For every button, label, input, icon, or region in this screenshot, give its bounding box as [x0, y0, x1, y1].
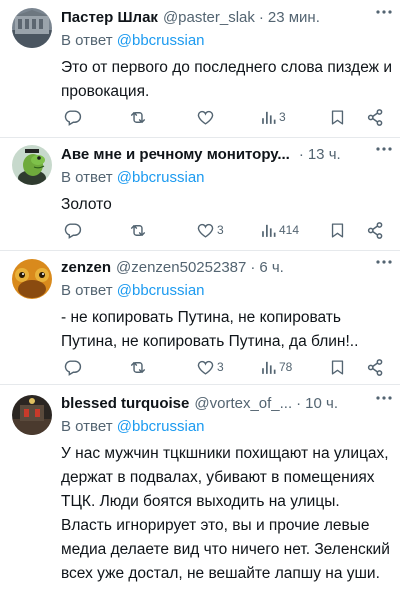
bookmark-icon [331, 222, 344, 238]
separator-dot: · [296, 394, 302, 412]
separator-dot: · [258, 8, 264, 26]
share-button[interactable] [366, 221, 385, 240]
views-button[interactable]: 3 [260, 109, 286, 126]
reply-tweet[interactable]: blessed turquoise @vortex_of_... · 10 ч.… [0, 384, 400, 600]
action-bar: 3 78 [61, 357, 390, 377]
tweet-content: zenzen @zenzen50252387 · 6 ч. В ответ @b… [61, 256, 392, 354]
tweet-header: Аве мне и речному монитору... · 13 ч. [61, 143, 392, 165]
like-button[interactable]: 3 [196, 358, 224, 377]
more-icon[interactable] [374, 390, 394, 406]
bookmark-button[interactable] [329, 358, 346, 377]
reply-icon [64, 359, 82, 376]
heart-icon [197, 360, 214, 375]
author-handle[interactable]: @zenzen50252387 [116, 259, 246, 276]
views-count: 3 [279, 110, 286, 124]
reply-context: В ответ @bbcrussian [61, 167, 392, 189]
retweet-icon [130, 224, 146, 236]
retweet-icon [130, 361, 146, 373]
tweet-header: Пастер Шлак @paster_slak · 23 мин. [61, 6, 392, 28]
views-count: 78 [279, 360, 293, 374]
views-icon [262, 111, 276, 124]
reply-context: В ответ @bbcrussian [61, 280, 392, 302]
retweet-button[interactable] [128, 108, 150, 127]
share-icon [367, 358, 383, 376]
bookmark-icon [331, 359, 344, 375]
reply-handle-link[interactable]: @bbcrussian [117, 169, 205, 186]
author-name[interactable]: Аве мне и речному монитору... [61, 146, 290, 163]
reply-prefix: В ответ [61, 32, 113, 49]
tweet-text: - не копировать Путина, не копировать Пу… [61, 309, 359, 350]
timestamp[interactable]: 23 мин. [268, 9, 320, 26]
timestamp[interactable]: 6 ч. [259, 259, 284, 276]
reply-handle-link[interactable]: @bbcrussian [117, 32, 205, 49]
share-button[interactable] [366, 108, 385, 127]
like-count: 3 [217, 360, 224, 374]
reply-tweet[interactable]: zenzen @zenzen50252387 · 6 ч. В ответ @b… [0, 250, 400, 385]
author-handle[interactable]: @vortex_of_... [194, 395, 292, 412]
avatar[interactable] [12, 145, 52, 185]
more-icon[interactable] [374, 4, 394, 20]
tweet-header: blessed turquoise @vortex_of_... · 10 ч. [61, 392, 392, 414]
reply-button[interactable] [63, 108, 84, 127]
avatar[interactable] [12, 395, 52, 435]
tweet-text: Это от первого до последнего слова пизде… [61, 59, 392, 100]
reply-prefix: В ответ [61, 169, 113, 186]
reply-context: В ответ @bbcrussian [61, 30, 392, 52]
bookmark-button[interactable] [329, 221, 346, 240]
timestamp[interactable]: 13 ч. [308, 146, 341, 163]
tweet-text: У нас мужчин тцкшники похищают на улицах… [61, 445, 390, 582]
reply-prefix: В ответ [61, 418, 113, 435]
like-count: 3 [217, 223, 224, 237]
tweet-content: Пастер Шлак @paster_slak · 23 мин. В отв… [61, 6, 392, 104]
tweet-header: zenzen @zenzen50252387 · 6 ч. [61, 256, 392, 278]
reply-tweet[interactable]: Пастер Шлак @paster_slak · 23 мин. В отв… [0, 0, 400, 138]
heart-icon [197, 110, 214, 125]
views-icon [262, 224, 276, 237]
share-icon [367, 108, 383, 126]
tweet-content: blessed turquoise @vortex_of_... · 10 ч.… [61, 392, 392, 586]
views-button[interactable]: 78 [260, 359, 292, 376]
bookmark-button[interactable] [329, 108, 346, 127]
retweet-icon [130, 111, 146, 123]
share-button[interactable] [366, 358, 385, 377]
author-name[interactable]: blessed turquoise [61, 395, 189, 412]
separator-dot: · [250, 258, 256, 276]
reply-button[interactable] [63, 221, 84, 240]
tweet-content: Аве мне и речному монитору... · 13 ч. В … [61, 143, 392, 217]
like-button[interactable]: 3 [196, 221, 224, 240]
reply-icon [64, 109, 82, 126]
like-button[interactable] [196, 108, 217, 127]
more-icon[interactable] [374, 141, 394, 157]
action-bar: 3 414 [61, 220, 390, 240]
reply-prefix: В ответ [61, 282, 113, 299]
share-icon [367, 221, 383, 239]
reply-button[interactable] [63, 358, 84, 377]
tweet-text: Золото [61, 196, 112, 213]
more-icon[interactable] [374, 254, 394, 270]
reply-tweet[interactable]: Аве мне и речному монитору... · 13 ч. В … [0, 137, 400, 251]
views-count: 414 [279, 223, 300, 237]
reply-handle-link[interactable]: @bbcrussian [117, 282, 205, 299]
avatar[interactable] [12, 259, 52, 299]
reply-context: В ответ @bbcrussian [61, 416, 392, 438]
retweet-button[interactable] [128, 221, 150, 240]
separator-dot: · [298, 145, 304, 163]
reply-handle-link[interactable]: @bbcrussian [117, 418, 205, 435]
reply-icon [64, 222, 82, 239]
bookmark-icon [331, 109, 344, 125]
timestamp[interactable]: 10 ч. [305, 395, 338, 412]
views-icon [262, 361, 276, 374]
avatar[interactable] [12, 8, 52, 48]
author-name[interactable]: Пастер Шлак [61, 9, 158, 26]
views-button[interactable]: 414 [260, 222, 299, 239]
author-name[interactable]: zenzen [61, 259, 111, 276]
action-bar: 3 [61, 107, 390, 127]
reply-feed: Пастер Шлак @paster_slak · 23 мин. В отв… [0, 0, 400, 600]
author-handle[interactable]: @paster_slak [163, 9, 255, 26]
heart-icon [197, 223, 214, 238]
retweet-button[interactable] [128, 358, 150, 377]
